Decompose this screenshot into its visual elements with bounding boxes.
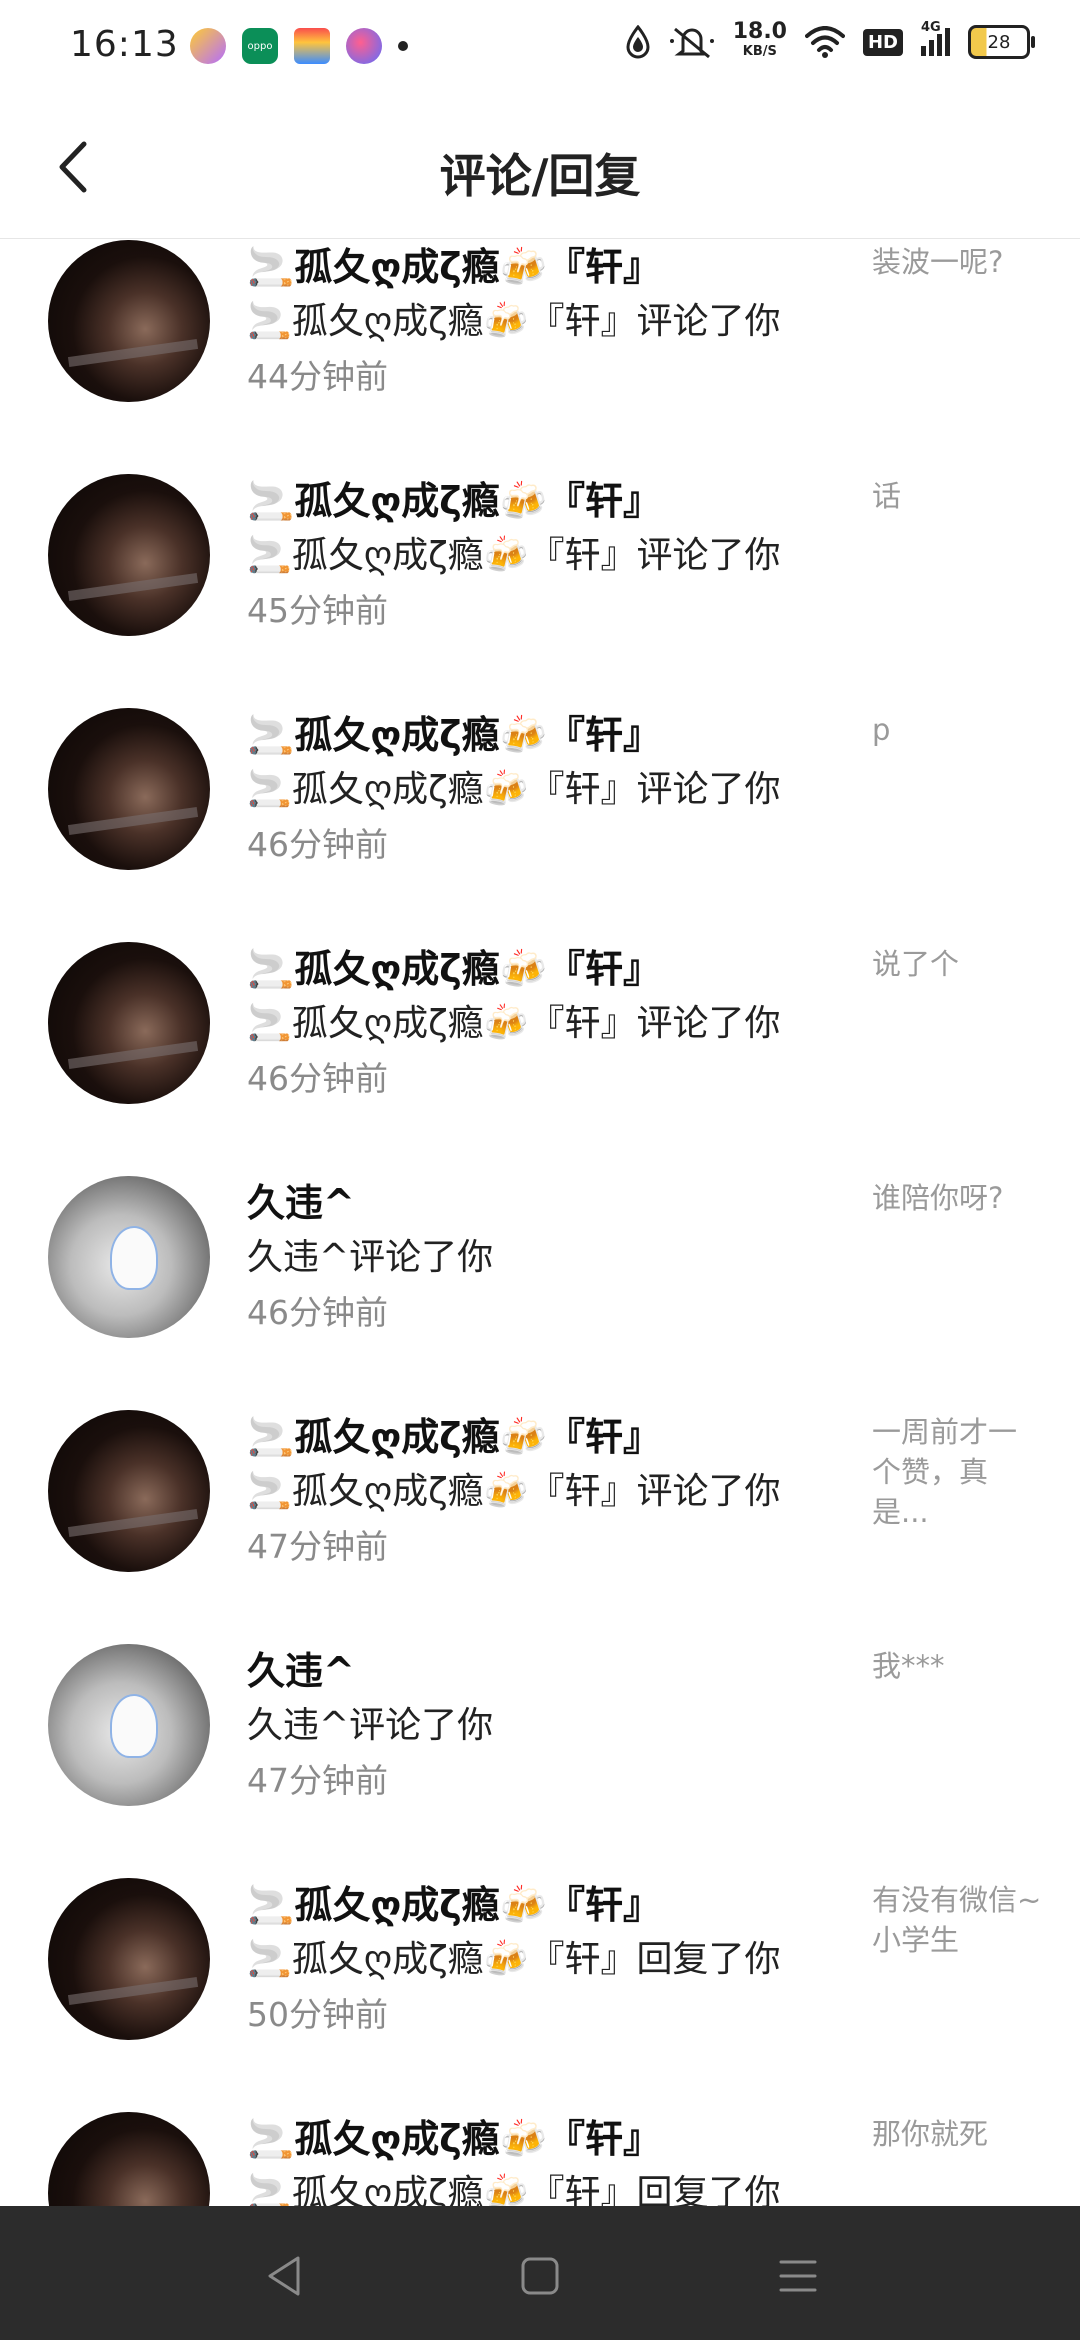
- avatar[interactable]: [48, 1410, 210, 1572]
- user-name[interactable]: 🚬孤夂ღ成ζ瘾🍻『轩』: [247, 1874, 661, 1929]
- notification-item[interactable]: 🚬孤夂ღ成ζ瘾🍻『轩』 🚬孤夂ღ成ζ瘾🍻『轩』评论了你 45分钟前 话: [0, 472, 1080, 706]
- status-right: 18.0 KB/S HD 4G 28: [625, 19, 1035, 62]
- net-speed-value: 18.0: [732, 19, 787, 44]
- comment-preview[interactable]: p: [872, 710, 1042, 750]
- net-speed-unit: KB/S: [742, 44, 777, 59]
- notification-time: 50分钟前: [247, 1995, 388, 2034]
- notification-action: 🚬孤夂ღ成ζ瘾🍻『轩』评论了你: [247, 301, 781, 342]
- user-name[interactable]: 🚬孤夂ღ成ζ瘾🍻『轩』: [247, 470, 661, 525]
- comment-preview[interactable]: 话: [872, 476, 1042, 516]
- notification-item[interactable]: 🚬孤夂ღ成ζ瘾🍻『轩』 🚬孤夂ღ成ζ瘾🍻『轩』回复了你 50分钟前 有没有微信~…: [0, 1876, 1080, 2110]
- mute-bell-icon: [669, 27, 714, 59]
- notification-action: 久违^评论了你: [247, 1705, 494, 1746]
- notification-action: 🚬孤夂ღ成ζ瘾🍻『轩』回复了你: [247, 2173, 781, 2206]
- notification-item[interactable]: 🚬孤夂ღ成ζ瘾🍻『轩』 🚬孤夂ღ成ζ瘾🍻『轩』评论了你 46分钟前 说了个: [0, 940, 1080, 1174]
- user-name[interactable]: 🚬孤夂ღ成ζ瘾🍻『轩』: [247, 238, 661, 291]
- net-speed: 18.0 KB/S: [732, 19, 787, 62]
- notification-item[interactable]: 久违^ 久违^评论了你 47分钟前 我***: [0, 1642, 1080, 1876]
- avatar[interactable]: [48, 240, 210, 402]
- avatar[interactable]: [48, 2112, 210, 2206]
- oppo-app-icon: oppo: [242, 28, 278, 64]
- comment-preview[interactable]: 那你就死: [872, 2114, 1042, 2154]
- notification-time: 44分钟前: [247, 357, 388, 396]
- user-name[interactable]: 🚬孤夂ღ成ζ瘾🍻『轩』: [247, 704, 661, 759]
- wifi-icon: [804, 26, 845, 58]
- notification-action: 🚬孤夂ღ成ζ瘾🍻『轩』评论了你: [247, 1003, 781, 1044]
- avatar[interactable]: [48, 474, 210, 636]
- avatar[interactable]: [48, 708, 210, 870]
- more-dot-icon: [398, 41, 408, 51]
- avatar[interactable]: [48, 1644, 210, 1806]
- notification-time: 46分钟前: [247, 825, 388, 864]
- status-bar: 16:13 oppo 18.0 KB/S HD 4G 28: [0, 0, 1080, 96]
- menu-lines-icon: [779, 2260, 817, 2292]
- notification-action: 久违^评论了你: [247, 1237, 494, 1278]
- comment-preview[interactable]: 有没有微信~小学生: [872, 1880, 1042, 1960]
- notification-item[interactable]: 久违^ 久违^评论了你 46分钟前 谁陪你呀?: [0, 1174, 1080, 1408]
- notification-item[interactable]: 🚬孤夂ღ成ζ瘾🍻『轩』 🚬孤夂ღ成ζ瘾🍻『轩』评论了你 47分钟前 一周前才一个…: [0, 1408, 1080, 1642]
- notification-time: 46分钟前: [247, 1293, 388, 1332]
- notification-list[interactable]: 🚬孤夂ღ成ζ瘾🍻『轩』 🚬孤夂ღ成ζ瘾🍻『轩』评论了你 44分钟前 装波一呢? …: [0, 238, 1080, 2206]
- comment-preview[interactable]: 装波一呢?: [872, 242, 1042, 282]
- notification-item[interactable]: 🚬孤夂ღ成ζ瘾🍻『轩』 🚬孤夂ღ成ζ瘾🍻『轩』回复了你 那你就死: [0, 2110, 1080, 2206]
- user-name[interactable]: 久违^: [247, 1172, 355, 1227]
- data-saver-icon: [626, 25, 650, 59]
- avatar[interactable]: [48, 1176, 210, 1338]
- avatar[interactable]: [48, 942, 210, 1104]
- user-name[interactable]: 久违^: [247, 1640, 355, 1695]
- notification-time: 46分钟前: [247, 1059, 388, 1098]
- hd-badge: HD: [862, 28, 903, 56]
- nav-home-button[interactable]: [510, 2246, 570, 2306]
- comment-preview[interactable]: 一周前才一个赞，真是...: [872, 1412, 1042, 1532]
- comment-preview[interactable]: 谁陪你呀?: [872, 1178, 1042, 1218]
- status-time: 16:13: [70, 24, 179, 65]
- user-name[interactable]: 🚬孤夂ღ成ζ瘾🍻『轩』: [247, 938, 661, 993]
- notification-action: 🚬孤夂ღ成ζ瘾🍻『轩』评论了你: [247, 1471, 781, 1512]
- system-nav-bar: [0, 2206, 1080, 2340]
- comment-preview[interactable]: 说了个: [872, 944, 1042, 984]
- battery-icon: 28: [968, 25, 1035, 59]
- app-notification-icon: [190, 28, 226, 64]
- notification-action: 🚬孤夂ღ成ζ瘾🍻『轩』回复了你: [247, 1939, 781, 1980]
- avatar[interactable]: [48, 1878, 210, 2040]
- notification-time: 47分钟前: [247, 1761, 388, 1800]
- game-app-icon: [346, 28, 382, 64]
- page-title: 评论/回复: [439, 149, 641, 203]
- notification-action: 🚬孤夂ღ成ζ瘾🍻『轩』评论了你: [247, 769, 781, 810]
- triangle-back-icon: [268, 2256, 300, 2296]
- user-name[interactable]: 🚬孤夂ღ成ζ瘾🍻『轩』: [247, 1406, 661, 1461]
- user-name[interactable]: 🚬孤夂ღ成ζ瘾🍻『轩』: [247, 2108, 661, 2163]
- notification-item[interactable]: 🚬孤夂ღ成ζ瘾🍻『轩』 🚬孤夂ღ成ζ瘾🍻『轩』评论了你 46分钟前 p: [0, 706, 1080, 940]
- nav-back-button[interactable]: [254, 2246, 314, 2306]
- notification-item[interactable]: 🚬孤夂ღ成ζ瘾🍻『轩』 🚬孤夂ღ成ζ瘾🍻『轩』评论了你 44分钟前 装波一呢?: [0, 238, 1080, 472]
- battery-level: 28: [987, 31, 1011, 53]
- notification-time: 45分钟前: [247, 591, 388, 630]
- network-type: 4G: [921, 20, 941, 35]
- notification-icons: oppo: [190, 28, 408, 64]
- notification-action: 🚬孤夂ღ成ζ瘾🍻『轩』评论了你: [247, 535, 781, 576]
- nav-menu-button[interactable]: [768, 2246, 828, 2306]
- header: 评论/回复: [0, 96, 1080, 239]
- square-home-icon: [521, 2257, 559, 2295]
- notification-time: 47分钟前: [247, 1527, 388, 1566]
- wallet-app-icon: [294, 28, 330, 64]
- comment-preview[interactable]: 我***: [872, 1646, 1042, 1686]
- signal-icon: 4G: [921, 20, 950, 56]
